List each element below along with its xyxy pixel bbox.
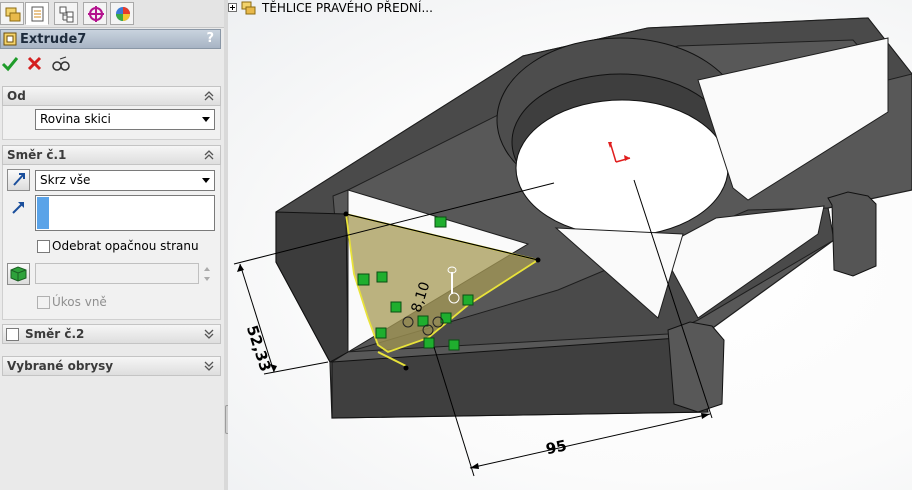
- ok-icon[interactable]: [0, 54, 20, 74]
- dimension-arrow-icon: [237, 264, 244, 272]
- bore-opening: [515, 99, 729, 237]
- relation-marker[interactable]: [417, 315, 429, 327]
- display-manager-icon: [116, 7, 130, 21]
- property-manager-icon: [31, 6, 44, 22]
- display-manager-tab[interactable]: [110, 2, 134, 25]
- start-condition-select[interactable]: Rovina skici: [35, 109, 215, 130]
- configuration-manager-icon: [59, 6, 74, 23]
- dimxpert-icon: [88, 6, 104, 22]
- section-direction1-body: Skrz vše Odebrat opačnou stranu Úkos vně: [2, 165, 221, 320]
- dropdown-arrow-icon: [202, 117, 210, 122]
- configuration-manager-tab[interactable]: [54, 2, 78, 25]
- chevron-up-icon[interactable]: [203, 149, 215, 161]
- flip-side-checkbox[interactable]: [37, 240, 50, 253]
- sketch-point: [535, 257, 541, 263]
- relation-marker[interactable]: [390, 301, 402, 313]
- feature-title-bar: Extrude7 ?: [0, 29, 221, 49]
- relation-marker[interactable]: [423, 337, 435, 349]
- chevron-up-icon[interactable]: [203, 90, 215, 102]
- relation-marker[interactable]: [357, 273, 370, 286]
- property-manager-panel: Extrude7 ? Od Rovina skici Směr č.1 Skrz…: [0, 0, 225, 490]
- section-contours-label: Vybrané obrysy: [7, 359, 114, 373]
- end-condition-select[interactable]: Skrz vše: [35, 170, 215, 191]
- right-boss: [827, 191, 877, 277]
- feature-title: Extrude7: [20, 32, 87, 47]
- feature-manager-icon: [5, 7, 21, 22]
- start-condition-value: Rovina skici: [40, 112, 111, 126]
- selection-highlight: [37, 197, 49, 229]
- cancel-icon[interactable]: [25, 54, 45, 74]
- end-condition-value: Skrz vše: [40, 173, 91, 187]
- section-contours-header[interactable]: Vybrané obrysy: [2, 356, 221, 376]
- draft-outward-checkbox: [37, 296, 50, 309]
- sketch-point: [403, 365, 409, 371]
- feature-manager-tab[interactable]: [0, 2, 24, 25]
- dimxpert-tab[interactable]: [83, 2, 107, 25]
- property-manager-tab[interactable]: [25, 2, 49, 25]
- section-direction1-label: Směr č.1: [7, 148, 67, 162]
- section-direction2-header[interactable]: Směr č.2: [2, 324, 221, 344]
- dimension-height-value[interactable]: 52,33: [243, 323, 275, 374]
- part-left-face: [275, 211, 349, 363]
- dimension-length-value[interactable]: 95: [544, 436, 568, 458]
- section-direction2-label: Směr č.2: [25, 327, 85, 341]
- section-from-body: Rovina skici: [2, 106, 221, 140]
- draft-outward-label: Úkos vně: [52, 295, 107, 309]
- section-direction1-header[interactable]: Směr č.1: [2, 145, 221, 165]
- chevron-down-icon[interactable]: [203, 360, 215, 372]
- relation-marker[interactable]: [462, 294, 474, 306]
- sketch-point: [343, 211, 349, 217]
- reverse-direction-icon: [13, 173, 25, 186]
- draft-toggle-button[interactable]: [7, 263, 30, 285]
- section-from-label: Od: [7, 89, 26, 103]
- model-view[interactable]: 52,33 95 8,10: [228, 0, 912, 490]
- flip-side-label: Odebrat opačnou stranu: [52, 239, 199, 253]
- relation-marker[interactable]: [375, 327, 387, 339]
- spinner-icon: [204, 267, 210, 281]
- feature-tree-label: TĚHLICE PRAVÉHO PŘEDNÍ...: [262, 1, 433, 15]
- chevron-down-icon[interactable]: [203, 328, 215, 340]
- preview-icon[interactable]: [51, 54, 71, 74]
- extrude-cut-icon: [3, 32, 17, 46]
- draft-icon: [10, 266, 27, 282]
- dimension-line-length: [469, 413, 711, 469]
- relation-marker[interactable]: [434, 216, 447, 228]
- part-icon: [241, 1, 256, 15]
- draft-angle-input: [35, 263, 199, 284]
- relation-marker[interactable]: [448, 339, 460, 351]
- relation-marker[interactable]: [376, 271, 388, 283]
- expand-icon[interactable]: [228, 3, 238, 13]
- direction-reference-list[interactable]: [35, 195, 215, 231]
- help-icon[interactable]: ?: [206, 31, 214, 46]
- direction-vector-icon: [12, 202, 24, 214]
- direction2-checkbox[interactable]: [6, 328, 19, 341]
- reverse-direction-button[interactable]: [7, 169, 30, 191]
- manager-tabs: [0, 0, 224, 28]
- section-from-header[interactable]: Od: [2, 86, 221, 106]
- dimension-arrow-icon: [701, 413, 710, 419]
- dropdown-arrow-icon: [202, 178, 210, 183]
- front-boss: [667, 321, 725, 413]
- graphics-viewport[interactable]: 52,33 95 8,10: [228, 0, 912, 490]
